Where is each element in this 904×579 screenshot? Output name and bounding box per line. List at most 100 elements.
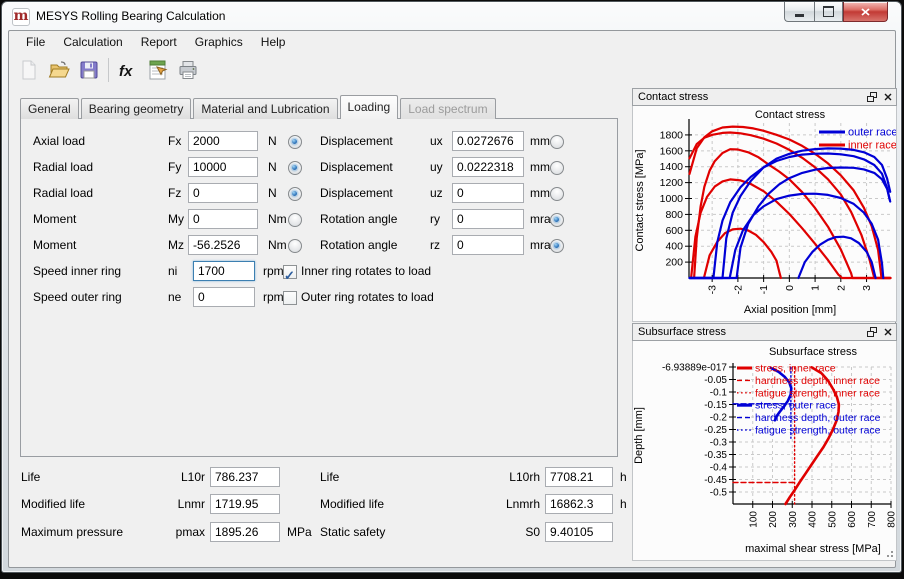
- svg-text:hardness depth, inner race: hardness depth, inner race: [755, 375, 880, 387]
- uy-radio[interactable]: [550, 161, 564, 175]
- ux-radio[interactable]: [550, 135, 564, 149]
- uz-radio[interactable]: [550, 187, 564, 201]
- fx-radio[interactable]: [288, 135, 302, 149]
- dock-title: Subsurface stress: [638, 326, 726, 338]
- tab-bearing-geometry[interactable]: Bearing geometry: [81, 98, 192, 119]
- svg-text:inner race: inner race: [848, 140, 896, 152]
- result-symbol: S0: [464, 522, 540, 542]
- close-dock-icon[interactable]: [884, 93, 892, 101]
- contact-stress-chart: -3-2-10123200400600800100012001400160018…: [632, 106, 897, 322]
- unit-label: mm: [530, 154, 550, 180]
- ni-input[interactable]: [193, 261, 255, 281]
- contact-stress-dock-titlebar[interactable]: Contact stress: [632, 88, 897, 106]
- fz-input[interactable]: [188, 183, 258, 203]
- open-file-button[interactable]: [44, 55, 74, 85]
- l10rh-field[interactable]: [545, 467, 613, 487]
- tab-material-lubrication[interactable]: Material and Lubrication: [193, 98, 337, 119]
- field-label: Rotation angle: [320, 232, 397, 258]
- fy-input[interactable]: [188, 157, 258, 177]
- my-input[interactable]: [188, 209, 258, 229]
- svg-text:-3: -3: [707, 285, 719, 294]
- result-symbol: L10r: [129, 467, 205, 487]
- minimize-button[interactable]: [784, 2, 814, 22]
- subsurface-stress-dock-titlebar[interactable]: Subsurface stress: [632, 323, 897, 341]
- svg-text:400: 400: [808, 511, 819, 528]
- save-file-button[interactable]: [74, 55, 104, 85]
- inner-ring-rotates-checkbox[interactable]: [283, 265, 297, 279]
- svg-text:1600: 1600: [660, 145, 684, 157]
- svg-text:fatigue strength, inner race: fatigue strength, inner race: [755, 387, 880, 399]
- tab-general[interactable]: General: [20, 98, 79, 119]
- ne-input[interactable]: [193, 287, 255, 307]
- symbol-label: uz: [430, 180, 443, 206]
- svg-text:200: 200: [768, 511, 779, 528]
- close-dock-icon[interactable]: [884, 328, 892, 336]
- tab-loading[interactable]: Loading: [340, 95, 399, 119]
- unit-label: Nm: [268, 206, 287, 232]
- print-button[interactable]: [173, 55, 203, 85]
- symbol-label: My: [168, 206, 184, 232]
- close-button[interactable]: [843, 2, 888, 22]
- symbol-label: uy: [430, 154, 443, 180]
- outer-ring-rotates-checkbox[interactable]: [283, 291, 297, 305]
- mz-radio[interactable]: [288, 239, 302, 253]
- fz-radio[interactable]: [288, 187, 302, 201]
- rz-input[interactable]: [452, 235, 524, 255]
- tab-load-spectrum[interactable]: Load spectrum: [400, 98, 495, 119]
- ux-input[interactable]: [452, 131, 524, 151]
- app-client-area: File Calculation Report Graphics Help: [8, 30, 896, 568]
- new-file-button[interactable]: [14, 55, 44, 85]
- svg-text:3: 3: [861, 285, 873, 291]
- open-file-icon: [47, 58, 71, 82]
- toolbar: fx: [9, 53, 895, 86]
- rz-radio[interactable]: [550, 239, 564, 253]
- field-label: Displacement: [320, 154, 393, 180]
- report-icon: [146, 58, 170, 82]
- menu-graphics[interactable]: Graphics: [186, 32, 252, 52]
- menu-report[interactable]: Report: [132, 32, 186, 52]
- float-dock-icon[interactable]: [867, 327, 877, 337]
- fy-radio[interactable]: [288, 161, 302, 175]
- uy-input[interactable]: [452, 157, 524, 177]
- menu-help[interactable]: Help: [252, 32, 295, 52]
- save-file-icon: [77, 58, 101, 82]
- lnmr-field[interactable]: [210, 494, 280, 514]
- ry-radio[interactable]: [550, 213, 564, 227]
- window-title: MESYS Rolling Bearing Calculation: [36, 2, 225, 30]
- field-label: Speed inner ring: [33, 258, 121, 284]
- speed-inner-ring-row: Speed inner ring ni rpm Inner ring rotat…: [21, 258, 617, 284]
- l10r-field[interactable]: [210, 467, 280, 487]
- titlebar[interactable]: m MESYS Rolling Bearing Calculation: [2, 2, 901, 30]
- loading-tab-pane: Axial load Fx N Displacement ux mm Radia…: [20, 118, 618, 457]
- svg-text:outer race: outer race: [848, 127, 896, 139]
- svg-text:600: 600: [847, 511, 858, 528]
- mz-input[interactable]: [188, 235, 258, 255]
- svg-text:0: 0: [784, 285, 796, 291]
- pmax-field[interactable]: [210, 522, 280, 542]
- formula-button[interactable]: fx: [113, 55, 143, 85]
- field-label: Moment: [33, 206, 76, 232]
- svg-text:-0.05: -0.05: [704, 375, 727, 386]
- unit-label: N: [268, 180, 277, 206]
- float-dock-icon[interactable]: [867, 92, 877, 102]
- unit-label: N: [268, 128, 277, 154]
- fx-input[interactable]: [188, 131, 258, 151]
- s0-field[interactable]: [545, 522, 613, 542]
- uz-input[interactable]: [452, 183, 524, 203]
- resize-grip[interactable]: [885, 549, 893, 557]
- symbol-label: Fy: [168, 154, 181, 180]
- svg-text:-0.2: -0.2: [710, 413, 728, 424]
- unit-label: mm: [530, 180, 550, 206]
- moment-z-row: Moment Mz Nm Rotation angle rz mrad: [21, 232, 617, 258]
- result-label: Life: [320, 467, 339, 487]
- maximize-button[interactable]: [814, 2, 843, 22]
- menu-file[interactable]: File: [17, 32, 54, 52]
- report-button[interactable]: [143, 55, 173, 85]
- result-unit: h: [620, 467, 627, 487]
- ry-input[interactable]: [452, 209, 524, 229]
- radial-load-z-row: Radial load Fz N Displacement uz mm: [21, 180, 617, 206]
- symbol-label: Mz: [168, 232, 184, 258]
- menu-calculation[interactable]: Calculation: [54, 32, 131, 52]
- my-radio[interactable]: [288, 213, 302, 227]
- lnmrh-field[interactable]: [545, 494, 613, 514]
